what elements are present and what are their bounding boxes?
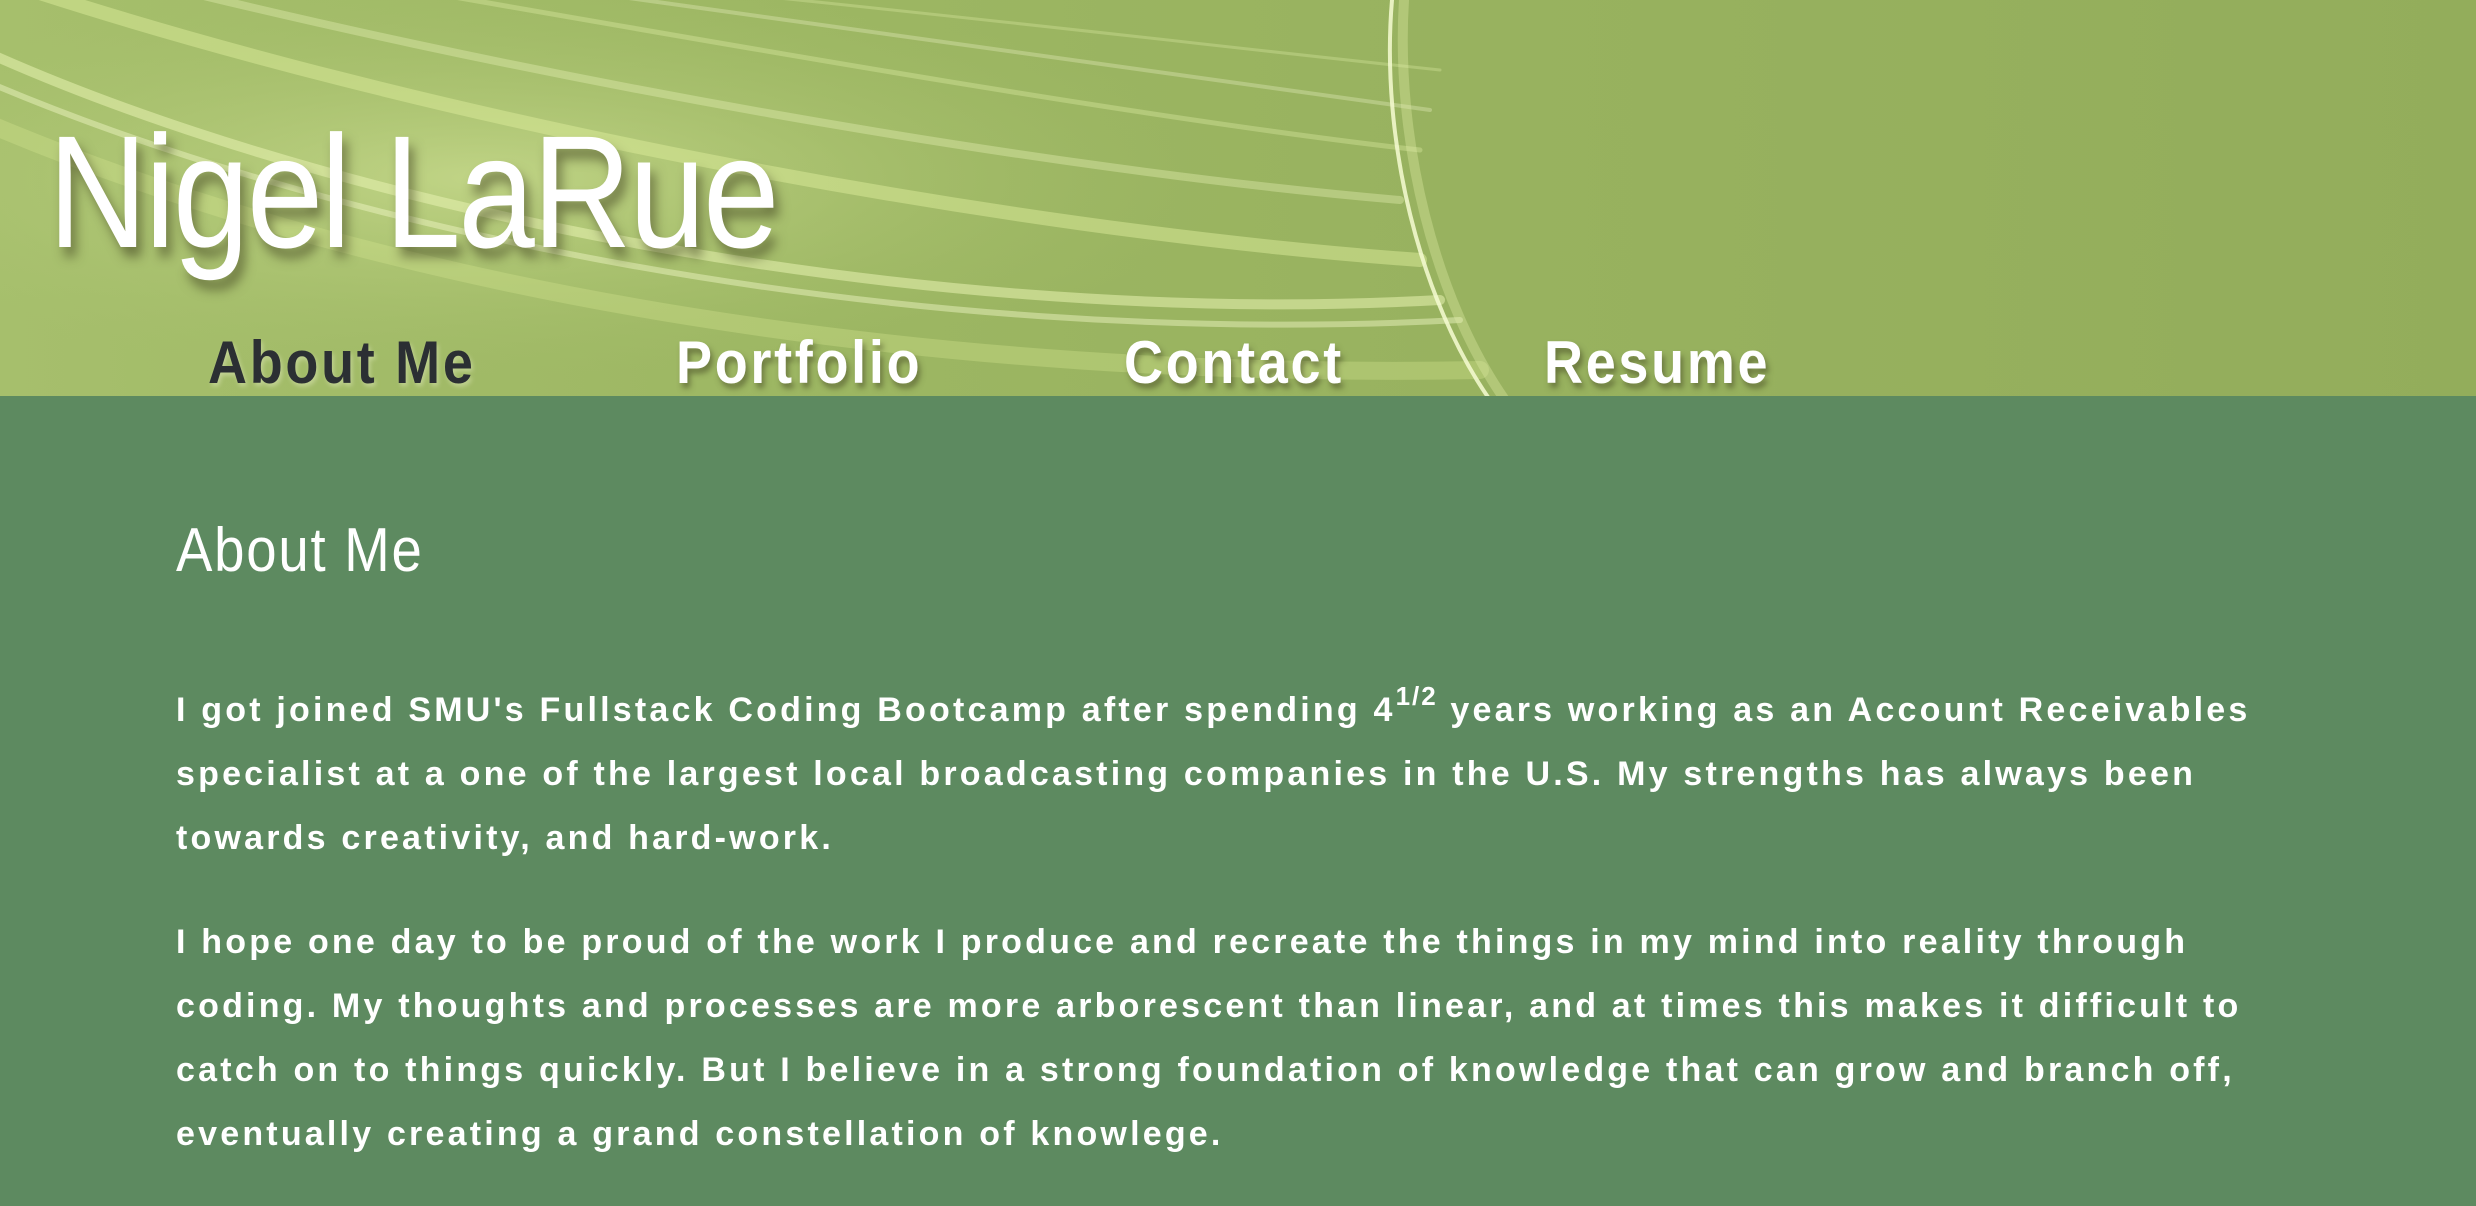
nav-resume[interactable]: Resume <box>1544 330 1770 396</box>
about-me-heading: About Me <box>176 516 424 585</box>
fraction-superscript: 1/2 <box>1395 681 1438 711</box>
nav-portfolio[interactable]: Portfolio <box>676 330 922 396</box>
site-title: Nigel LaRue <box>48 102 779 281</box>
about-paragraph-1: I got joined SMU's Fullstack Coding Boot… <box>176 678 2306 870</box>
nav-about-me[interactable]: About Me <box>208 330 476 396</box>
about-me-text: I got joined SMU's Fullstack Coding Boot… <box>176 678 2306 1206</box>
about-paragraph-2: I hope one day to be proud of the work I… <box>176 923 2242 1153</box>
main-nav: About Me Portfolio Contact Resume <box>0 330 2476 396</box>
about-paragraph-1-start: I got joined SMU's Fullstack Coding Boot… <box>176 691 1396 729</box>
nav-contact[interactable]: Contact <box>1124 330 1344 396</box>
main-content: About Me I got joined SMU's Fullstack Co… <box>0 396 2476 1174</box>
site-header: Nigel LaRue About Me Portfolio Contact R… <box>0 0 2476 396</box>
